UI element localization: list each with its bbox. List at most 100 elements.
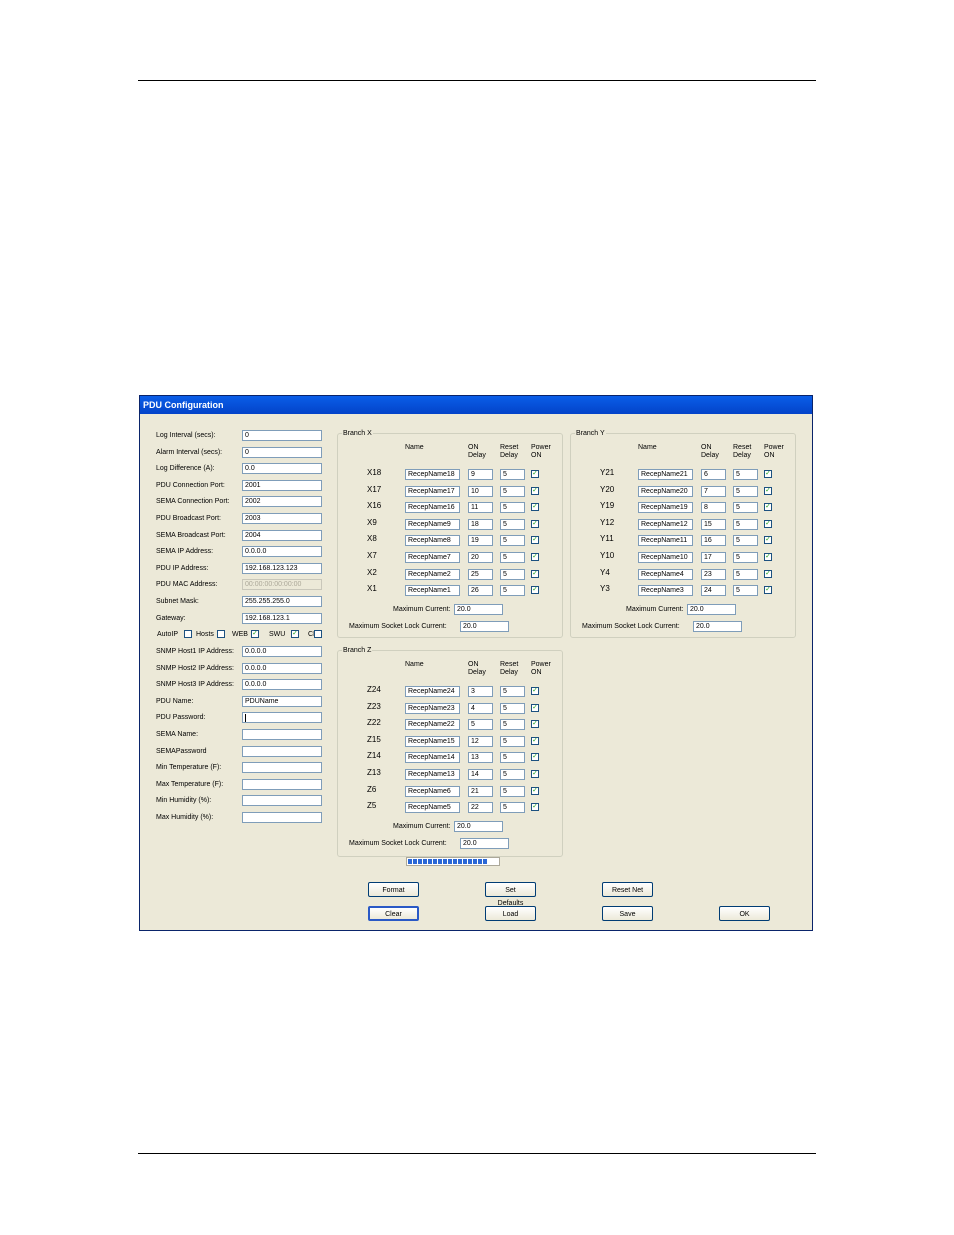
maximum-current-field[interactable]: 20.0 — [454, 821, 503, 832]
save-button[interactable]: Save — [602, 906, 653, 921]
reset-delay-field[interactable]: 5 — [500, 535, 525, 547]
ok-button[interactable]: OK — [719, 906, 770, 921]
power-on-checkbox[interactable]: ✓ — [531, 703, 539, 712]
maximum-current-field[interactable]: 20.0 — [687, 604, 736, 615]
snmp-host2-ip-address-field[interactable]: 0.0.0.0 — [242, 662, 322, 674]
sema-name-field[interactable] — [242, 729, 322, 740]
reset-delay-field[interactable]: 5 — [733, 502, 758, 514]
reset-delay-field[interactable]: 5 — [733, 535, 758, 547]
log-interval-secs-field[interactable]: 0 — [242, 430, 322, 441]
receptacle-name-field[interactable]: RecepName14 — [405, 752, 460, 764]
receptacle-name-field[interactable]: RecepName16 — [405, 502, 460, 514]
max-humidity-field[interactable] — [242, 812, 322, 823]
reset-delay-field[interactable]: 5 — [500, 702, 525, 714]
reset-delay-field[interactable]: 5 — [733, 552, 758, 563]
power-on-checkbox[interactable]: ✓ — [764, 586, 772, 595]
snmp-host3-ip-address-field[interactable]: 0.0.0.0 — [242, 679, 322, 691]
maximum-current-field[interactable]: 20.0 — [454, 604, 503, 615]
reset-net-button[interactable]: Reset Net — [602, 882, 653, 897]
power-on-checkbox[interactable]: ✓ — [531, 553, 539, 561]
power-on-checkbox[interactable]: ✓ — [531, 586, 539, 595]
reset-delay-field[interactable]: 5 — [733, 469, 758, 480]
reset-delay-field[interactable]: 5 — [500, 485, 525, 497]
receptacle-name-field[interactable]: RecepName5 — [405, 802, 460, 814]
receptacle-name-field[interactable]: RecepName8 — [405, 535, 460, 547]
receptacle-name-field[interactable]: RecepName18 — [405, 469, 460, 480]
receptacle-name-field[interactable]: RecepName19 — [638, 502, 693, 514]
on-delay-field[interactable]: 25 — [468, 568, 493, 580]
power-on-checkbox[interactable]: ✓ — [531, 536, 539, 545]
power-on-checkbox[interactable]: ✓ — [764, 470, 772, 478]
power-on-checkbox[interactable]: ✓ — [764, 569, 772, 578]
pdu-password-field[interactable] — [242, 712, 322, 724]
on-delay-field[interactable]: 6 — [701, 469, 726, 480]
maximum-socket-lock-current-field[interactable]: 20.0 — [460, 621, 509, 632]
receptacle-name-field[interactable]: RecepName20 — [638, 485, 693, 497]
load-button[interactable]: Load — [485, 906, 536, 921]
power-on-checkbox[interactable]: ✓ — [764, 519, 772, 528]
reset-delay-field[interactable]: 5 — [500, 735, 525, 747]
semapassword-field[interactable] — [242, 745, 322, 757]
pdu-broadcast-port-field[interactable]: 2003 — [242, 513, 322, 524]
on-delay-field[interactable]: 18 — [468, 518, 493, 530]
receptacle-name-field[interactable]: RecepName1 — [405, 585, 460, 597]
reset-delay-field[interactable]: 5 — [500, 752, 525, 764]
gateway-field[interactable]: 192.168.123.1 — [242, 612, 322, 624]
on-delay-field[interactable]: 21 — [468, 785, 493, 797]
on-delay-field[interactable]: 23 — [701, 568, 726, 580]
sema-connection-port-field[interactable]: 2002 — [242, 496, 322, 508]
on-delay-field[interactable]: 14 — [468, 769, 493, 780]
power-on-checkbox[interactable]: ✓ — [531, 569, 539, 578]
on-delay-field[interactable]: 22 — [468, 802, 493, 814]
receptacle-name-field[interactable]: RecepName4 — [638, 568, 693, 580]
on-delay-field[interactable]: 24 — [701, 585, 726, 597]
power-on-checkbox[interactable]: ✓ — [764, 503, 772, 512]
on-delay-field[interactable]: 19 — [468, 535, 493, 547]
receptacle-name-field[interactable]: RecepName22 — [405, 719, 460, 731]
snmp-host1-ip-address-field[interactable]: 0.0.0.0 — [242, 646, 322, 657]
reset-delay-field[interactable]: 5 — [733, 568, 758, 580]
receptacle-name-field[interactable]: RecepName10 — [638, 552, 693, 563]
pdu-name-field[interactable]: PDUName — [242, 695, 322, 707]
power-on-checkbox[interactable]: ✓ — [531, 687, 539, 695]
reset-delay-field[interactable]: 5 — [500, 552, 525, 563]
subnet-mask-field[interactable]: 255.255.255.0 — [242, 596, 322, 607]
format-button[interactable]: Format — [368, 882, 419, 897]
receptacle-name-field[interactable]: RecepName23 — [405, 702, 460, 714]
reset-delay-field[interactable]: 5 — [500, 585, 525, 597]
on-delay-field[interactable]: 17 — [701, 552, 726, 563]
receptacle-name-field[interactable]: RecepName3 — [638, 585, 693, 597]
receptacle-name-field[interactable]: RecepName7 — [405, 552, 460, 563]
on-delay-field[interactable]: 16 — [701, 535, 726, 547]
power-on-checkbox[interactable]: ✓ — [764, 553, 772, 561]
reset-delay-field[interactable]: 5 — [500, 502, 525, 514]
power-on-checkbox[interactable]: ✓ — [531, 503, 539, 512]
power-on-checkbox[interactable]: ✓ — [531, 720, 539, 729]
receptacle-name-field[interactable]: RecepName6 — [405, 785, 460, 797]
on-delay-field[interactable]: 11 — [468, 502, 493, 514]
power-on-checkbox[interactable]: ✓ — [531, 803, 539, 812]
alarm-interval-secs-field[interactable]: 0 — [242, 446, 322, 458]
on-delay-field[interactable]: 15 — [701, 518, 726, 530]
reset-delay-field[interactable]: 5 — [500, 518, 525, 530]
reset-delay-field[interactable]: 5 — [500, 802, 525, 814]
log-difference-a-field[interactable]: 0.0 — [242, 463, 322, 475]
receptacle-name-field[interactable]: RecepName21 — [638, 469, 693, 480]
power-on-checkbox[interactable]: ✓ — [531, 470, 539, 478]
ci-checkbox[interactable] — [314, 630, 322, 638]
power-on-checkbox[interactable]: ✓ — [531, 770, 539, 778]
min-humidity-field[interactable] — [242, 795, 322, 807]
reset-delay-field[interactable]: 5 — [500, 719, 525, 731]
sema-ip-address-field[interactable]: 0.0.0.0 — [242, 546, 322, 558]
power-on-checkbox[interactable]: ✓ — [531, 519, 539, 528]
on-delay-field[interactable]: 13 — [468, 752, 493, 764]
on-delay-field[interactable]: 26 — [468, 585, 493, 597]
receptacle-name-field[interactable]: RecepName13 — [405, 769, 460, 780]
on-delay-field[interactable]: 3 — [468, 686, 493, 697]
web-checkbox[interactable]: ✓ — [251, 630, 259, 638]
receptacle-name-field[interactable]: RecepName24 — [405, 686, 460, 697]
power-on-checkbox[interactable]: ✓ — [531, 736, 539, 745]
clear-button[interactable]: Clear — [368, 906, 419, 921]
autoip-checkbox[interactable] — [184, 630, 192, 638]
receptacle-name-field[interactable]: RecepName11 — [638, 535, 693, 547]
